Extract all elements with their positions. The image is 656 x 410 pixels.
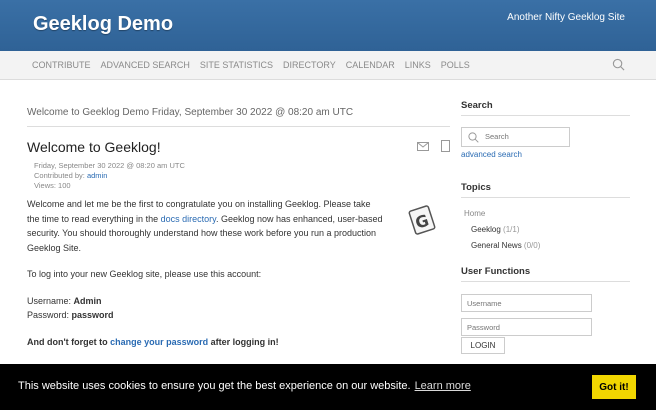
site-slogan: Another Nifty Geeklog Site — [507, 12, 625, 23]
nav-links[interactable]: LINKS — [400, 60, 436, 70]
topic-name: Geeklog — [471, 225, 501, 234]
username-label: Username: — [27, 295, 74, 306]
topic-count: (1/1) — [503, 225, 520, 234]
login-button[interactable]: LOGIN — [461, 337, 505, 354]
search-icon[interactable] — [612, 58, 625, 71]
article-title[interactable]: Welcome to Geeklog! — [27, 139, 161, 155]
cookie-accept-button[interactable]: Got it! — [592, 375, 636, 399]
paragraph-login: To log into your new Geeklog site, pleas… — [27, 269, 262, 279]
password-value: password — [71, 310, 114, 320]
username-field[interactable] — [461, 294, 592, 312]
contributed-label: Contributed by: — [34, 171, 87, 180]
main-nav: CONTRIBUTE ADVANCED SEARCH SITE STATISTI… — [0, 51, 656, 80]
welcome-message: Welcome to Geeklog Demo Friday, Septembe… — [27, 107, 450, 127]
nav-contribute[interactable]: CONTRIBUTE — [27, 60, 96, 70]
password-field[interactable] — [461, 318, 592, 336]
search-input[interactable] — [485, 130, 565, 142]
mail-icon[interactable] — [417, 141, 429, 151]
paragraph-intro: Welcome and let me be the first to congr… — [27, 197, 385, 255]
nav-site-statistics[interactable]: SITE STATISTICS — [195, 60, 278, 70]
main-content: Welcome to Geeklog Demo Friday, Septembe… — [27, 100, 450, 347]
search-block-title: Search — [461, 100, 630, 116]
advanced-search-link[interactable]: advanced search — [461, 150, 522, 159]
topics-block: Topics Home Geeklog (1/1) General News (… — [461, 182, 630, 250]
topic-home[interactable]: Home — [464, 209, 630, 218]
nav-directory[interactable]: DIRECTORY — [278, 60, 341, 70]
author-link[interactable]: admin — [87, 171, 107, 180]
article-tools — [417, 140, 450, 152]
topic-name: General News — [471, 241, 522, 250]
article-body: Welcome and let me be the first to congr… — [27, 197, 385, 361]
search-icon — [468, 132, 479, 143]
change-text-cont: after logging in! — [208, 336, 279, 347]
cookie-text: This website uses cookies to ensure you … — [18, 380, 411, 392]
nav-calendar[interactable]: CALENDAR — [341, 60, 400, 70]
change-text: And don't forget to — [27, 336, 111, 347]
print-icon[interactable] — [441, 140, 450, 152]
user-functions-block: User Functions LOGIN — [461, 266, 630, 354]
topics-block-title: Topics — [461, 182, 630, 198]
user-functions-title: User Functions — [461, 266, 630, 282]
sidebar: Search advanced search Topics Home Geekl… — [461, 100, 630, 354]
search-box[interactable] — [461, 127, 570, 147]
site-header: Geeklog Demo Another Nifty Geeklog Site — [0, 0, 656, 51]
topic-count: (0/0) — [523, 241, 541, 250]
topic-item[interactable]: Geeklog (1/1) — [471, 225, 630, 234]
site-name[interactable]: Geeklog Demo — [33, 13, 173, 36]
article-views: Views: 100 — [34, 181, 71, 190]
paragraph-credentials: Username: Admin Password: password — [27, 294, 385, 323]
cookie-banner: This website uses cookies to ensure you … — [0, 364, 656, 410]
username-value: Admin — [73, 295, 102, 306]
cookie-message: This website uses cookies to ensure you … — [18, 380, 471, 392]
geeklog-topic-icon: G — [408, 205, 436, 235]
learn-more-link[interactable]: Learn more — [415, 380, 471, 392]
article-meta: Friday, September 30 2022 @ 08:20 am UTC… — [34, 161, 185, 191]
docs-directory-link[interactable]: docs directory — [161, 214, 216, 224]
article-date: Friday, September 30 2022 @ 08:20 am UTC — [34, 161, 185, 170]
topic-item[interactable]: General News (0/0) — [471, 241, 630, 250]
nav-advanced-search[interactable]: ADVANCED SEARCH — [96, 60, 195, 70]
paragraph-change-password: And don't forget to change your password… — [27, 335, 385, 350]
nav-polls[interactable]: POLLS — [436, 60, 475, 70]
change-password-link[interactable]: change your password — [110, 337, 208, 347]
article-contributor: Contributed by: admin — [34, 171, 185, 181]
password-label: Password: — [27, 310, 72, 320]
